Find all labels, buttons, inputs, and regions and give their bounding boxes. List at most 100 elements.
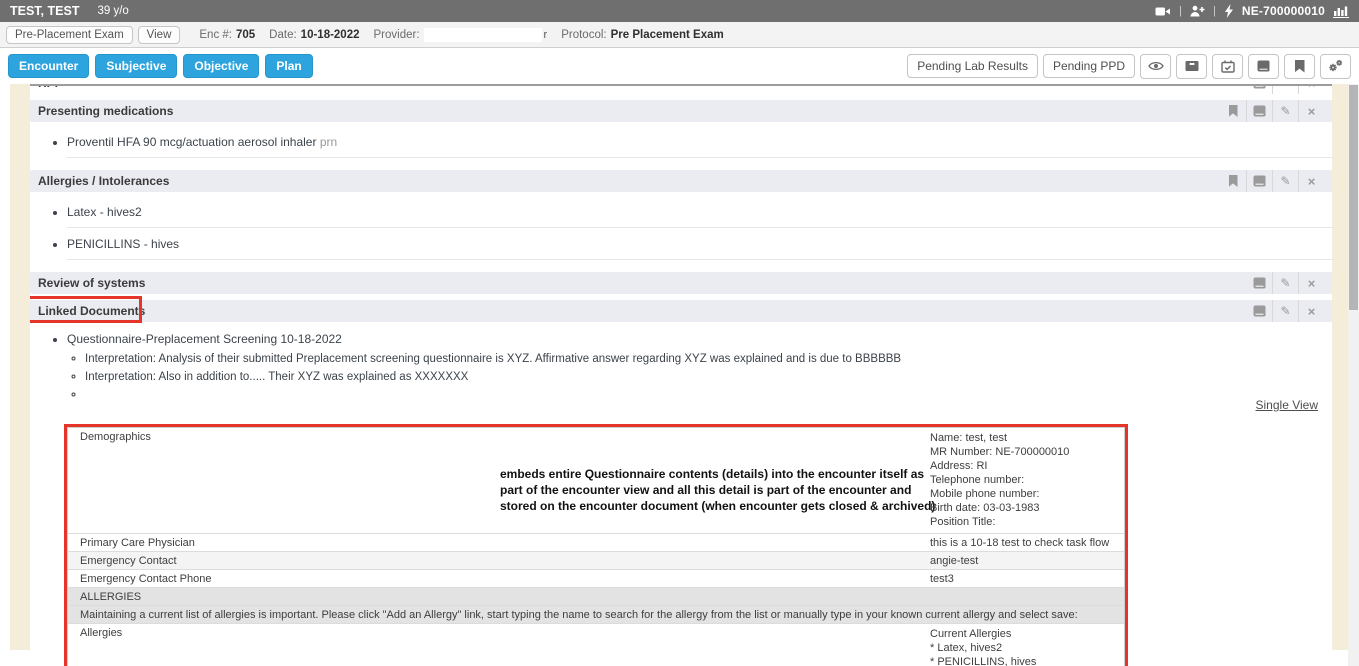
add-user-icon[interactable] <box>1190 5 1205 17</box>
single-view-link[interactable]: Single View <box>1256 398 1318 412</box>
current-allergies-title: Current Allergies <box>930 627 1120 641</box>
objective-tab-button[interactable]: Objective <box>183 54 259 78</box>
vertical-scrollbar[interactable] <box>1348 84 1359 666</box>
archive-box-icon[interactable] <box>1176 54 1207 79</box>
pencil-icon[interactable]: ✎ <box>1272 170 1298 192</box>
gears-icon[interactable] <box>1320 54 1351 79</box>
section-title: Allergies / Intolerances <box>38 174 169 188</box>
single-view-row: Single View <box>30 396 1332 414</box>
protocol-label: Protocol: <box>561 29 606 41</box>
book-icon[interactable] <box>1246 300 1272 322</box>
patient-age: 39 y/o <box>97 5 128 17</box>
questionnaire-red-annotation-box: Demographics embeds entire Questionnaire… <box>64 424 1128 666</box>
table-row-emergency-contact-phone: Emergency Contact Phone test3 <box>68 570 1124 588</box>
bookmark-icon[interactable] <box>1220 170 1246 192</box>
demographics-position-title: Position Title: <box>930 515 1120 529</box>
exam-type-button[interactable]: Pre-Placement Exam <box>6 26 133 44</box>
table-row-emergency-contact: Emergency Contact angie-test <box>68 552 1124 570</box>
book-icon[interactable] <box>1246 272 1272 294</box>
bar-chart-icon[interactable] <box>1333 5 1349 18</box>
bookmark-icon[interactable] <box>1220 100 1246 122</box>
linked-document-item: Questionnaire-Preplacement Screening 10-… <box>67 326 1332 406</box>
medication-item: Proventil HFA 90 mcg/actuation aerosol i… <box>67 126 1332 158</box>
close-icon[interactable]: × <box>1298 170 1324 192</box>
divider: | <box>1179 5 1182 17</box>
encounter-viewport: HPI ✎ × Presenting medications ✎ × Prove… <box>0 84 1359 666</box>
instruction-text: Maintaining a current list of allergies … <box>68 606 1124 623</box>
enc-number-value: 705 <box>236 29 255 41</box>
row-value: angie-test <box>930 552 1124 569</box>
provider-label: Provider: <box>374 29 420 41</box>
section-allergies: Allergies / Intolerances ✎ × <box>30 170 1332 192</box>
pending-ppd-button[interactable]: Pending PPD <box>1043 54 1135 78</box>
medication-text: Proventil HFA 90 mcg/actuation aerosol i… <box>67 135 316 149</box>
pencil-icon[interactable]: ✎ <box>1272 100 1298 122</box>
linked-documents-list: Questionnaire-Preplacement Screening 10-… <box>30 326 1332 406</box>
row-label: Allergies <box>68 624 930 666</box>
left-margin-strip <box>10 84 30 650</box>
allergy-entry: * Latex, hives2 <box>930 641 1120 655</box>
provider-value-redacted <box>424 28 542 42</box>
plan-tab-button[interactable]: Plan <box>265 54 312 78</box>
table-row-allergies: Allergies Current Allergies * Latex, hiv… <box>68 624 1124 666</box>
allergy-item: Latex - hives2 <box>67 196 1332 228</box>
book-icon[interactable] <box>1248 54 1279 79</box>
encounter-toolbar: Encounter Subjective Objective Plan Pend… <box>0 48 1359 84</box>
date-label: Date: <box>269 29 297 41</box>
interpretation-item: Interpretation: Also in addition to.....… <box>85 368 1332 386</box>
calendar-check-icon[interactable] <box>1212 54 1243 79</box>
lightning-icon[interactable] <box>1224 4 1234 18</box>
date-value: 10-18-2022 <box>301 29 360 41</box>
row-label: Emergency Contact Phone <box>68 570 930 587</box>
annotation-note: embeds entire Questionnaire contents (de… <box>500 467 950 514</box>
video-camera-icon[interactable] <box>1155 6 1171 17</box>
book-icon[interactable] <box>1246 170 1272 192</box>
section-presenting-medications: Presenting medications ✎ × <box>30 100 1332 122</box>
book-icon[interactable] <box>1246 100 1272 122</box>
section-title: Presenting medications <box>38 104 173 118</box>
encounter-tab-button[interactable]: Encounter <box>8 54 89 78</box>
document-title[interactable]: Questionnaire-Preplacement Screening 10-… <box>67 332 342 346</box>
section-title-hpi: HPI <box>38 86 58 90</box>
view-button[interactable]: View <box>138 26 181 44</box>
table-row-allergy-instruction: Maintaining a current list of allergies … <box>68 606 1124 624</box>
right-margin-strip <box>1332 84 1348 650</box>
provider-residual: r <box>544 29 548 41</box>
row-label: Emergency Contact <box>68 552 930 569</box>
protocol-value: Pre Placement Exam <box>611 29 724 41</box>
demographics-birth-date: Birth date: 03-03-1983 <box>930 501 1120 515</box>
eye-icon[interactable] <box>1140 54 1171 79</box>
section-title: Linked Documents <box>38 304 145 318</box>
demographics-mobile: Mobile phone number: <box>930 487 1120 501</box>
allergy-item: PENICILLINS - hives <box>67 228 1332 260</box>
section-linked-documents: Linked Documents ✎ × <box>30 300 1332 322</box>
allergy-entry: * PENICILLINS, hives <box>930 655 1120 666</box>
demographics-name: Name: test, test <box>930 431 1120 445</box>
demographics-address: Address: RI <box>930 459 1120 473</box>
book-icon[interactable] <box>1246 86 1272 94</box>
questionnaire-table: Demographics embeds entire Questionnaire… <box>67 427 1125 666</box>
scrollbar-thumb[interactable] <box>1349 85 1358 310</box>
pencil-icon[interactable]: ✎ <box>1272 272 1298 294</box>
pencil-icon[interactable]: ✎ <box>1272 86 1298 94</box>
interpretation-item: Interpretation: Analysis of their submit… <box>85 350 1332 368</box>
row-value: test3 <box>930 570 1124 587</box>
pencil-icon[interactable]: ✎ <box>1272 300 1298 322</box>
close-icon[interactable]: × <box>1298 100 1324 122</box>
close-icon[interactable]: × <box>1298 86 1324 94</box>
bookmark-icon[interactable] <box>1284 54 1315 79</box>
pending-lab-results-button[interactable]: Pending Lab Results <box>907 54 1038 78</box>
row-label: Demographics <box>80 431 918 443</box>
subjective-tab-button[interactable]: Subjective <box>95 54 177 78</box>
encounter-info-bar: Pre-Placement Exam View Enc #: 705 Date:… <box>0 22 1359 48</box>
row-value: this is a 10-18 test to check task flow <box>930 534 1124 551</box>
section-review-of-systems: Review of systems ✎ × <box>30 272 1332 294</box>
section-title: Review of systems <box>38 276 145 290</box>
enc-number-label: Enc #: <box>199 29 232 41</box>
patient-name: TEST, TEST <box>10 4 79 18</box>
close-icon[interactable]: × <box>1298 300 1324 322</box>
row-label: Primary Care Physician <box>68 534 930 551</box>
mr-number: NE-700000010 <box>1242 4 1325 18</box>
encounter-content: HPI ✎ × Presenting medications ✎ × Prove… <box>30 84 1332 666</box>
close-icon[interactable]: × <box>1298 272 1324 294</box>
